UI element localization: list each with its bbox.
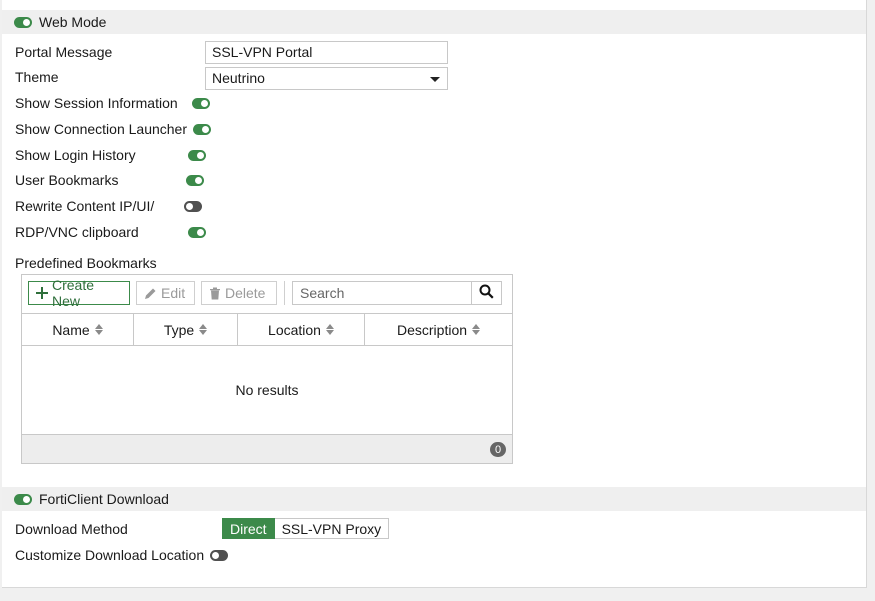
theme-label: Theme	[15, 69, 59, 85]
column-location-label: Location	[268, 321, 321, 338]
web-mode-header: Web Mode	[2, 10, 866, 34]
connection-launcher-toggle[interactable]	[193, 123, 212, 135]
table-header: Name Type Location Description	[22, 313, 512, 346]
table-footer: 0	[22, 434, 512, 463]
toggle-row-login-history: Show Login History	[15, 145, 206, 165]
search-input[interactable]: Search	[292, 281, 472, 305]
user-bookmarks-toggle[interactable]	[186, 174, 205, 186]
toggle-row-connection-launcher: Show Connection Launcher	[15, 119, 212, 139]
delete-button[interactable]: Delete	[201, 281, 277, 305]
search-button[interactable]	[471, 281, 502, 305]
bookmarks-title-row: Predefined Bookmarks	[15, 253, 157, 273]
custom-location-toggle[interactable]	[210, 549, 229, 561]
edit-label: Edit	[161, 285, 186, 301]
plus-icon	[36, 287, 48, 299]
download-method-proxy[interactable]: SSL-VPN Proxy	[274, 518, 390, 539]
column-description-label: Description	[396, 321, 468, 338]
web-mode-toggle[interactable]	[14, 16, 32, 28]
download-method-row: Download Method	[15, 519, 128, 539]
trash-icon	[209, 287, 221, 300]
forticlient-label: FortiClient Download	[39, 491, 169, 507]
sort-icon	[199, 324, 208, 335]
create-new-label: Create New	[52, 277, 95, 309]
bookmarks-label: Predefined Bookmarks	[15, 255, 157, 271]
create-new-button[interactable]: Create New	[28, 277, 130, 309]
web-mode-label: Web Mode	[39, 14, 107, 30]
download-method-label: Download Method	[15, 521, 128, 537]
sort-icon	[325, 324, 334, 335]
delete-label: Delete	[225, 285, 266, 301]
theme-select[interactable]: Neutrino	[205, 67, 448, 90]
portal-message-row: Portal Message	[15, 42, 112, 62]
toggle-row-user-bookmarks: User Bookmarks	[15, 170, 205, 190]
sort-icon	[94, 324, 103, 335]
toggle-row-session-info: Show Session Information	[15, 93, 210, 113]
theme-selected-value: Neutrino	[212, 70, 265, 86]
edit-button[interactable]: Edit	[136, 281, 195, 305]
toggle-label: Rewrite Content IP/UI/	[15, 198, 155, 214]
toggle-label: User Bookmarks	[15, 172, 119, 188]
theme-row: Theme	[15, 67, 59, 87]
custom-location-row: Customize Download Location	[15, 545, 229, 565]
toggle-row-rewrite-content: Rewrite Content IP/UI/	[15, 196, 203, 216]
portal-message-input[interactable]: SSL-VPN Portal	[205, 41, 448, 64]
download-method-direct[interactable]: Direct	[222, 518, 275, 539]
toggle-label: RDP/VNC clipboard	[15, 224, 139, 240]
column-header-description[interactable]: Description	[365, 314, 512, 345]
rdp-clipboard-toggle[interactable]	[187, 226, 206, 238]
toggle-row-rdp-clipboard: RDP/VNC clipboard	[15, 222, 206, 242]
pencil-icon	[144, 287, 157, 300]
search-icon	[479, 284, 494, 302]
forticlient-toggle[interactable]	[14, 493, 32, 505]
custom-location-label: Customize Download Location	[15, 547, 205, 563]
bookmarks-table: Create New Edit Delete Search Name Type …	[21, 274, 513, 464]
forticlient-header: FortiClient Download	[2, 487, 866, 511]
session-info-toggle[interactable]	[191, 97, 210, 109]
column-type-label: Type	[163, 321, 195, 338]
toolbar-divider	[284, 281, 285, 305]
column-name-label: Name	[52, 321, 90, 338]
login-history-toggle[interactable]	[187, 149, 206, 161]
result-count-badge: 0	[490, 442, 506, 457]
chevron-down-icon	[430, 77, 440, 82]
toggle-label: Show Connection Launcher	[15, 121, 188, 137]
column-header-name[interactable]: Name	[22, 314, 134, 345]
toggle-label: Show Session Information	[15, 95, 178, 111]
download-method-selector: Direct SSL-VPN Proxy	[222, 518, 390, 539]
column-header-type[interactable]: Type	[134, 314, 238, 345]
rewrite-content-toggle[interactable]	[184, 200, 203, 212]
portal-message-label: Portal Message	[15, 44, 113, 60]
column-header-location[interactable]: Location	[238, 314, 365, 345]
toggle-label: Show Login History	[15, 147, 136, 163]
bookmarks-toolbar: Create New Edit Delete Search	[22, 275, 512, 313]
empty-state-text: No results	[235, 382, 299, 398]
sort-icon	[472, 324, 481, 335]
